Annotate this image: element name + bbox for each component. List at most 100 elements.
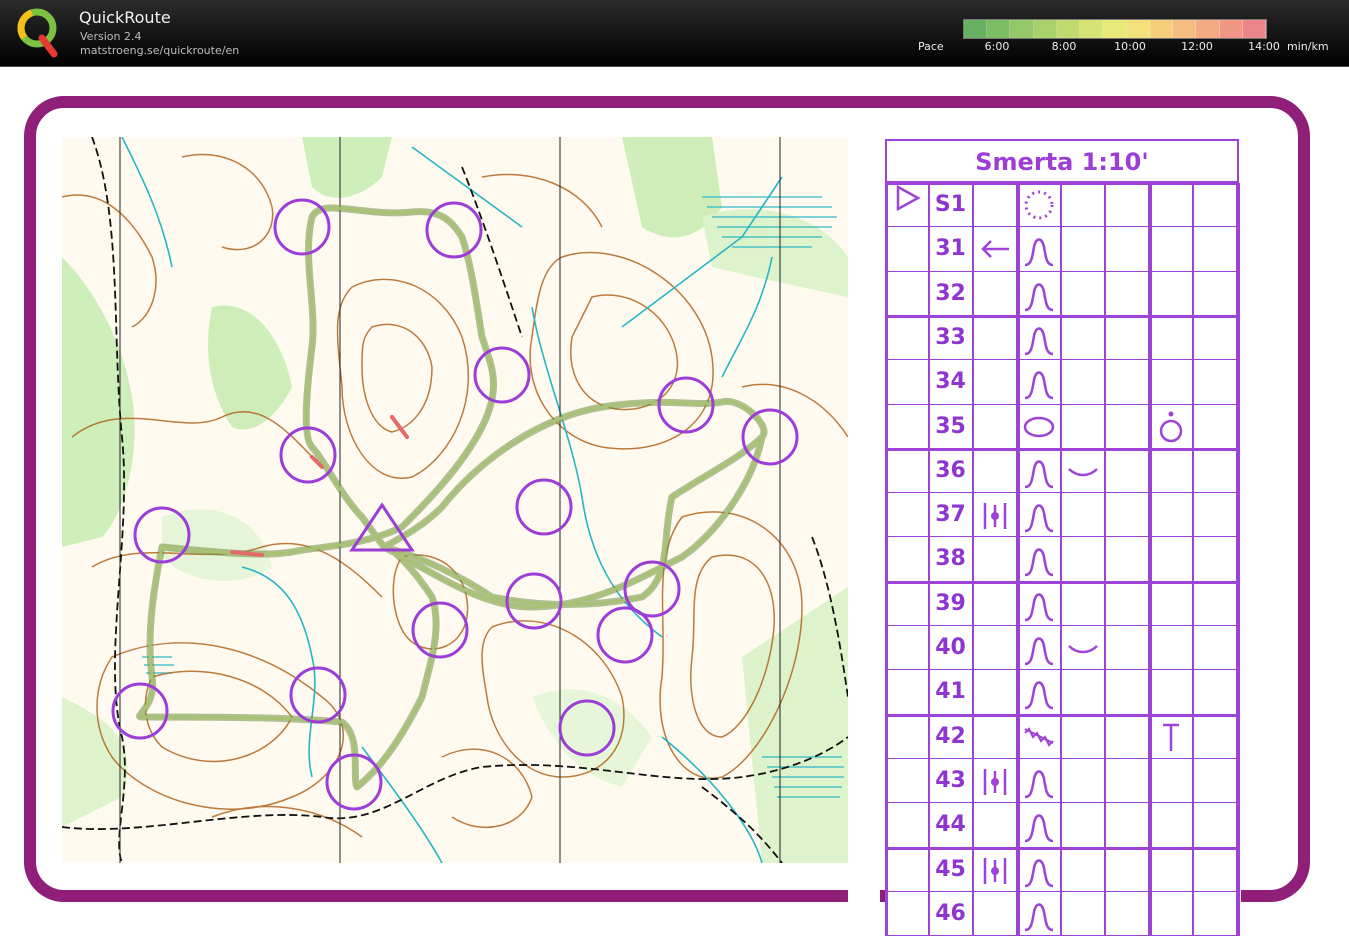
pace-color-segment (1080, 20, 1104, 38)
grid-line (885, 802, 1239, 804)
control-code: 42 (929, 714, 973, 759)
grid-line (1193, 183, 1194, 937)
control-row: S1 (885, 183, 1239, 227)
sequence-cell (885, 448, 929, 493)
grid-line (973, 183, 974, 937)
description-cell (973, 803, 1017, 848)
grid-line (885, 182, 1239, 185)
sequence-cell (885, 803, 929, 848)
description-cell (1105, 714, 1149, 759)
grid-line (929, 183, 930, 937)
pace-tick: 8:00 (1051, 40, 1077, 53)
control-row: 34 (885, 360, 1239, 405)
description-cell (1017, 448, 1061, 493)
grid-line (885, 757, 1239, 759)
grid-line (885, 492, 1239, 494)
description-cell (1193, 847, 1237, 892)
grid-line (885, 580, 1239, 584)
sequence-cell (885, 581, 929, 626)
description-cell (1017, 360, 1061, 405)
pace-color-segment (1103, 20, 1127, 38)
app-title: QuickRoute (79, 8, 171, 27)
description-cell (973, 227, 1017, 272)
description-cell (1017, 626, 1061, 670)
description-cell (1193, 404, 1237, 449)
pace-color-segment (1196, 20, 1220, 38)
grid-line (1105, 183, 1106, 937)
sequence-cell (885, 493, 929, 538)
description-cell (973, 404, 1017, 449)
control-code: 34 (929, 360, 973, 405)
description-cell (1061, 448, 1105, 493)
description-cell (1105, 891, 1149, 936)
pace-color-segment (1056, 20, 1081, 38)
orienteering-map[interactable] (62, 137, 848, 863)
description-cell (1193, 714, 1237, 759)
description-cell (1193, 183, 1237, 227)
description-cell (1193, 315, 1237, 360)
grid-line (885, 359, 1239, 361)
control-code: 44 (929, 803, 973, 848)
sequence-cell (885, 404, 929, 449)
pace-tick: 14:00 (1248, 40, 1280, 53)
description-cell (1017, 581, 1061, 626)
control-code: S1 (929, 183, 973, 227)
description-cell (973, 271, 1017, 316)
description-cell (1149, 360, 1193, 405)
description-cell (973, 183, 1017, 227)
description-cell (1149, 758, 1193, 803)
description-cell (1149, 315, 1193, 360)
description-cell (973, 891, 1017, 936)
description-cell (1149, 847, 1193, 892)
grid-line (885, 403, 1239, 405)
control-circle (596, 606, 654, 664)
control-description-sheet: Smerta 1:10' S1 31 32 33 34 35 36 37 38 39 40 41 42 4… (885, 139, 1241, 938)
description-cell (1105, 803, 1149, 848)
description-cell (1193, 891, 1237, 936)
description-cell (973, 581, 1017, 626)
course-title: Smerta 1:10' (885, 139, 1239, 183)
description-cell (1061, 803, 1105, 848)
description-cell (1017, 537, 1061, 582)
description-cell (1061, 891, 1105, 936)
sequence-cell (885, 670, 929, 715)
control-code: 40 (929, 626, 973, 670)
quickroute-logo-icon (17, 8, 58, 58)
description-cell (1149, 714, 1193, 759)
control-circle (741, 408, 799, 466)
app-header: QuickRoute Version 2.4 matstroeng.se/qui… (0, 0, 1349, 67)
grid-line (1237, 183, 1240, 937)
sequence-cell (885, 847, 929, 892)
control-row: 37 (885, 493, 1239, 538)
description-cell (1193, 670, 1237, 715)
pace-unit: min/km (1287, 40, 1329, 53)
control-code: 35 (929, 404, 973, 449)
pace-color-segment (964, 20, 988, 38)
description-cell (1193, 360, 1237, 405)
grid-line (885, 669, 1239, 671)
description-cell (1193, 448, 1237, 493)
description-cell (1193, 626, 1237, 670)
description-cell (1017, 271, 1061, 316)
grid-line (885, 625, 1239, 626)
sequence-cell (885, 758, 929, 803)
control-row: 43 (885, 758, 1239, 803)
pace-color-segment (1149, 20, 1174, 38)
description-cell (1105, 847, 1149, 892)
sequence-cell (885, 891, 929, 936)
sequence-cell (885, 271, 929, 316)
description-cell (1193, 271, 1237, 316)
sequence-cell (885, 315, 929, 360)
pace-color-segment (1173, 20, 1197, 38)
map-canvas (62, 137, 848, 863)
grid-line (885, 536, 1239, 538)
description-cell (1017, 404, 1061, 449)
description-cell (973, 493, 1017, 538)
control-row: 41 (885, 670, 1239, 715)
grid-line (885, 270, 1239, 272)
description-cell (973, 758, 1017, 803)
start-symbol-cell (885, 183, 929, 227)
app-url[interactable]: matstroeng.se/quickroute/en (80, 44, 239, 57)
app-version: Version 2.4 (80, 30, 142, 43)
control-code: 41 (929, 670, 973, 715)
